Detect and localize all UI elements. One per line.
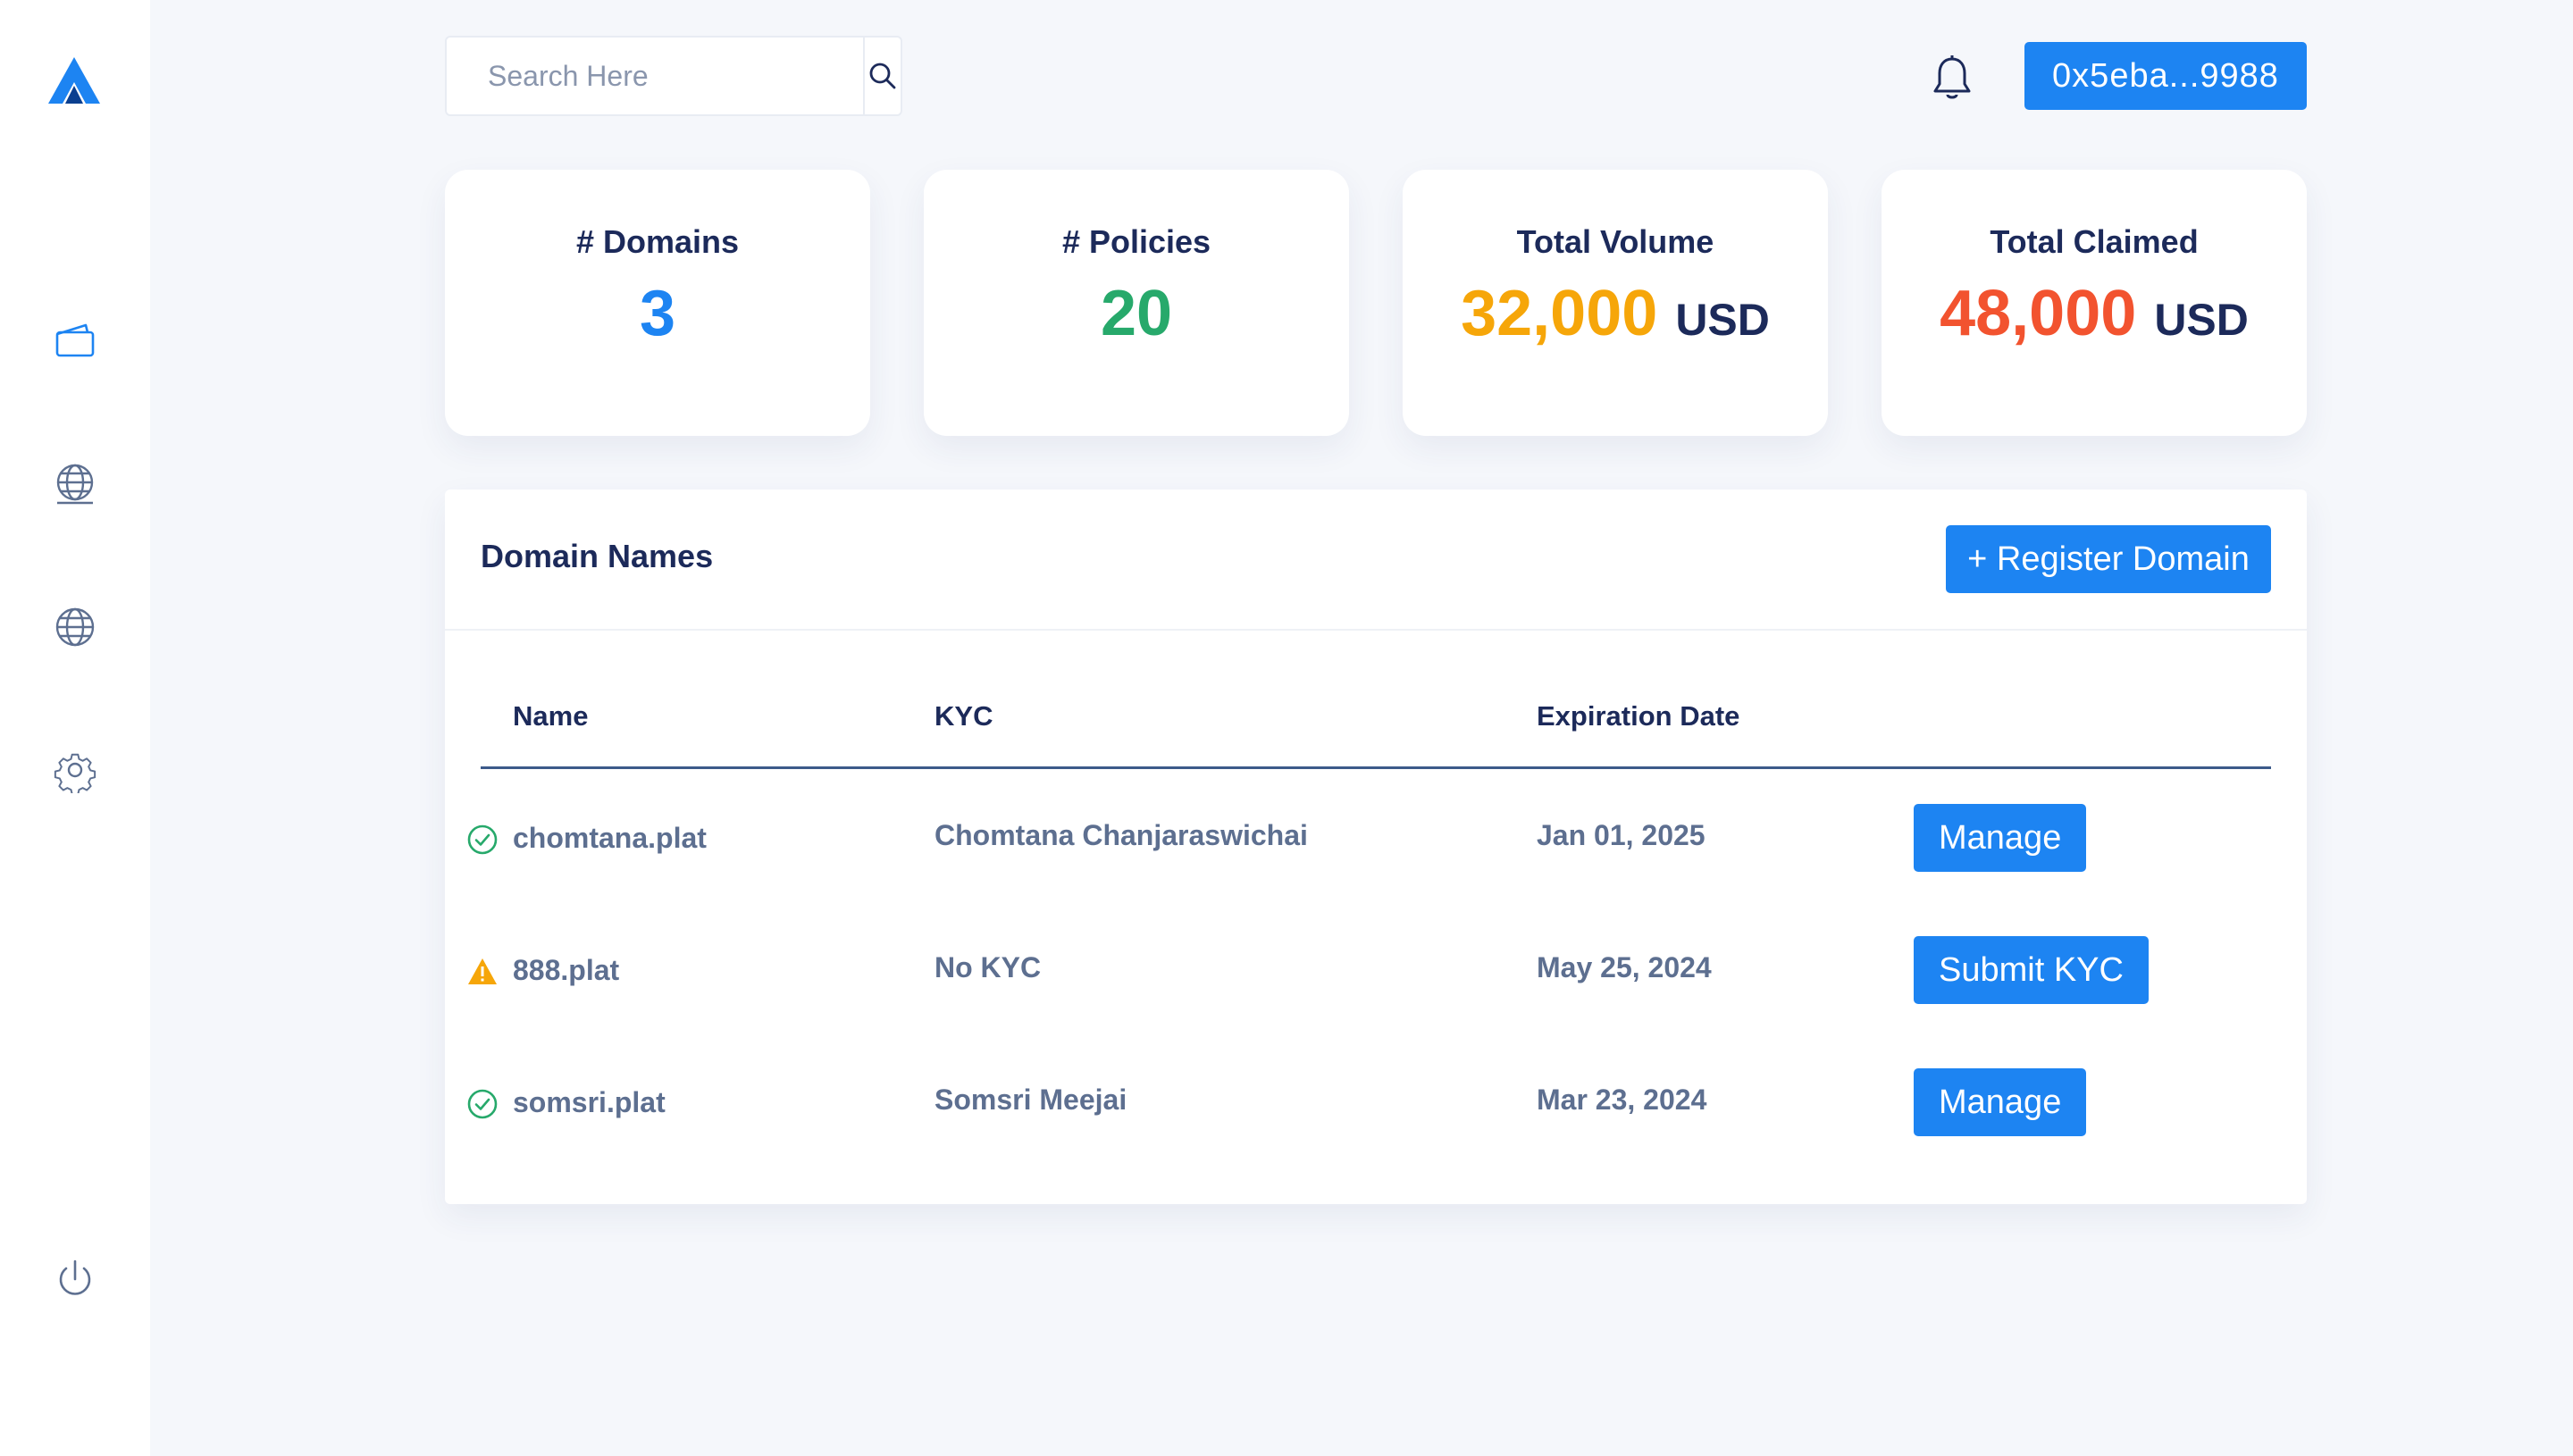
manage-button[interactable]: Manage — [1914, 1068, 2087, 1136]
table-header-divider — [481, 766, 2271, 769]
brand-logo-icon[interactable] — [46, 55, 102, 105]
stat-card-policies: # Policies 20 — [924, 170, 1349, 436]
stat-title: Total Claimed — [1990, 223, 2199, 260]
table-row: 888.plat No KYC May 25, 2024 Submit KYC — [445, 936, 2307, 1008]
stat-card-total-volume: Total Volume 32,000 USD — [1403, 170, 1828, 436]
wallet-address-button[interactable]: 0x5eba...9988 — [2024, 42, 2307, 110]
domain-name-cell: 888.plat — [468, 954, 619, 987]
stat-value: 20 — [1100, 278, 1173, 349]
register-domain-button[interactable]: + Register Domain — [1946, 525, 2271, 593]
stat-card-domains: # Domains 3 — [445, 170, 870, 436]
sidebar — [0, 0, 150, 1456]
kyc-cell: Chomtana Chanjaraswichai — [934, 819, 1308, 851]
table-row: chomtana.plat Chomtana Chanjaraswichai J… — [445, 804, 2307, 875]
stat-title: # Domains — [575, 223, 740, 260]
gear-icon[interactable] — [48, 743, 102, 797]
expiration-cell: Jan 01, 2025 — [1537, 819, 1706, 851]
column-header-name: Name — [513, 700, 589, 732]
expiration-cell: Mar 23, 2024 — [1537, 1084, 1707, 1116]
domain-names-panel: Domain Names + Register Domain Name KYC … — [445, 490, 2307, 1204]
submit-kyc-button[interactable]: Submit KYC — [1914, 936, 2149, 1004]
bell-icon[interactable] — [1930, 54, 1974, 104]
domain-name[interactable]: somsri.plat — [513, 1086, 666, 1119]
table-row: somsri.plat Somsri Meejai Mar 23, 2024 M… — [445, 1068, 2307, 1140]
stat-title: # Policies — [1061, 223, 1211, 260]
globe-domain-icon[interactable] — [48, 457, 102, 511]
kyc-cell: Somsri Meejai — [934, 1084, 1127, 1116]
domain-name[interactable]: 888.plat — [513, 954, 619, 987]
domain-name[interactable]: chomtana.plat — [513, 822, 707, 855]
check-circle-icon — [467, 1089, 498, 1119]
globe-icon[interactable] — [48, 600, 102, 654]
stat-value: 3 — [639, 278, 676, 349]
check-circle-icon — [467, 824, 498, 855]
stat-unit: USD — [2154, 295, 2249, 345]
manage-button[interactable]: Manage — [1914, 804, 2087, 872]
panel-title: Domain Names — [481, 538, 714, 574]
stat-title: Total Volume — [1516, 223, 1714, 260]
column-header-expiration: Expiration Date — [1537, 700, 1740, 732]
search-bar — [445, 36, 902, 116]
stat-unit: USD — [1675, 295, 1770, 345]
search-icon — [869, 63, 896, 89]
column-header-kyc: KYC — [934, 700, 993, 732]
kyc-cell: No KYC — [934, 951, 1042, 983]
domain-name-cell: chomtana.plat — [467, 822, 707, 855]
wallet-icon[interactable] — [48, 314, 102, 368]
divider — [445, 629, 2307, 631]
stat-value: 48,000 — [1940, 278, 2137, 349]
warning-icon — [468, 958, 497, 984]
stat-value: 32,000 — [1461, 278, 1658, 349]
domain-name-cell: somsri.plat — [467, 1086, 666, 1119]
expiration-cell: May 25, 2024 — [1537, 951, 1712, 983]
search-input[interactable] — [447, 38, 863, 114]
search-button[interactable] — [863, 38, 901, 114]
power-icon[interactable] — [48, 1252, 102, 1306]
stat-card-total-claimed: Total Claimed 48,000 USD — [1882, 170, 2307, 436]
